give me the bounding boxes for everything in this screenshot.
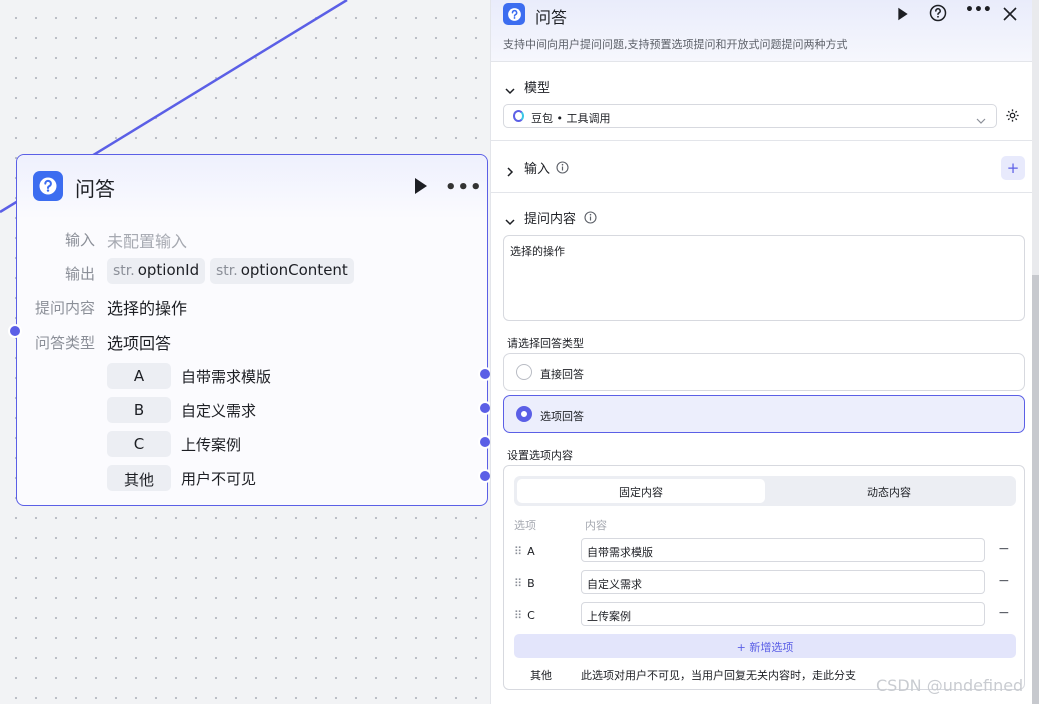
radio-button[interactable] <box>516 406 532 422</box>
panel-header <box>491 0 1036 62</box>
qa-node[interactable]: 问答 ••• 输入 未配置输入 输出 str. optionId str. opti… <box>16 154 488 506</box>
other-option-key: 其他 <box>530 669 552 682</box>
divider <box>491 140 1036 141</box>
drag-handle-icon[interactable]: ⠿ <box>514 609 522 622</box>
chevron-down-icon[interactable] <box>505 81 515 95</box>
option-key: 其他 <box>107 465 171 491</box>
help-icon[interactable] <box>929 4 947 22</box>
output-name: optionId <box>137 261 200 279</box>
input-section-title[interactable]: 输入 <box>524 158 550 177</box>
watermark: CSDN @undefined <box>876 676 1024 695</box>
tab-dynamic-content[interactable]: 动态内容 <box>765 479 1013 503</box>
option-key-label: A <box>527 545 535 558</box>
model-select-value: 豆包 • 工具调用 <box>531 112 611 125</box>
answer-type-value: 选项回答 <box>107 334 172 353</box>
close-icon[interactable] <box>1003 6 1021 24</box>
option-key-label: B <box>527 577 535 590</box>
option-text: 用户不可见 <box>181 470 257 488</box>
option-key-label: C <box>527 609 535 622</box>
option-row-key[interactable]: ⠿ C <box>514 609 535 622</box>
qa-icon <box>503 3 525 25</box>
node-title: 问答 <box>75 177 115 201</box>
drag-handle-icon[interactable]: ⠿ <box>514 545 522 558</box>
question-value: 选择的操作 <box>107 299 188 318</box>
content-mode-tabs: 固定内容 动态内容 <box>514 476 1016 506</box>
tab-fixed-content[interactable]: 固定内容 <box>517 479 765 503</box>
info-icon[interactable] <box>584 209 597 228</box>
input-value: 未配置输入 <box>107 232 188 251</box>
model-logo-icon <box>513 110 524 122</box>
question-content-textarea[interactable]: 选择的操作 <box>503 235 1025 321</box>
option-key: A <box>107 363 171 389</box>
remove-option-button[interactable]: − <box>998 573 1010 589</box>
add-input-button[interactable]: + <box>1001 156 1025 180</box>
more-icon[interactable]: ••• <box>445 177 483 198</box>
node-settings-panel: 问答 ••• 支持中间向用户提问问题,支持预置选项提问和开放式问题提问两种方式 … <box>490 0 1036 704</box>
qa-icon <box>33 171 63 201</box>
option-settings-box: 固定内容 动态内容 选项 内容 ⠿ A 自带需求模版 − ⠿ B 自定义需求 − ⠿… <box>503 465 1025 690</box>
output-tag-optionid: str. optionId <box>107 258 206 284</box>
option-row-key[interactable]: ⠿ A <box>514 545 535 558</box>
option-text: 上传案例 <box>181 436 242 454</box>
panel-description: 支持中间向用户提问问题,支持预置选项提问和开放式问题提问两种方式 <box>503 38 848 51</box>
input-label: 输入 <box>64 231 95 249</box>
output-name: optionContent <box>240 261 348 279</box>
chevron-right-icon[interactable] <box>505 162 515 177</box>
scrollbar-thumb[interactable] <box>1032 275 1039 704</box>
output-type: str. <box>113 263 135 279</box>
model-section-title[interactable]: 模型 <box>524 77 550 96</box>
chevron-down-icon <box>976 111 986 130</box>
chevron-down-icon[interactable] <box>505 212 515 226</box>
input-port[interactable] <box>8 324 22 338</box>
option-settings-label: 设置选项内容 <box>507 449 573 462</box>
drag-handle-icon[interactable]: ⠿ <box>514 577 522 590</box>
radio-label: 选项回答 <box>540 410 584 423</box>
option-row-key[interactable]: ⠿ B <box>514 577 535 590</box>
more-icon[interactable]: ••• <box>965 2 992 20</box>
radio-button[interactable] <box>516 364 532 380</box>
answer-type-label: 问答类型 <box>34 334 95 352</box>
output-tag-optioncontent: str. optionContent <box>210 258 354 284</box>
play-icon[interactable] <box>896 6 914 24</box>
question-section-title[interactable]: 提问内容 <box>524 208 576 227</box>
answer-type-direct[interactable]: 直接回答 <box>503 353 1025 391</box>
answer-type-options[interactable]: 选项回答 <box>503 395 1025 433</box>
answer-type-label: 请选择回答类型 <box>507 337 584 350</box>
option-content-input[interactable]: 自带需求模版 <box>581 538 985 562</box>
option-text: 自定义需求 <box>181 402 257 420</box>
model-select[interactable]: 豆包 • 工具调用 <box>503 104 997 128</box>
settings-icon[interactable] <box>1005 108 1020 127</box>
option-text: 自带需求模版 <box>181 368 272 386</box>
panel-title: 问答 <box>535 8 568 27</box>
other-option-description: 此选项对用户不可见，当用户回复无关内容时，走此分支 <box>581 669 856 682</box>
divider <box>491 192 1036 193</box>
option-content-input[interactable]: 自定义需求 <box>581 570 985 594</box>
remove-option-button[interactable]: − <box>998 605 1010 621</box>
column-header-option: 选项 <box>514 519 536 532</box>
add-option-button[interactable]: + 新增选项 <box>514 634 1016 658</box>
info-icon[interactable] <box>556 159 569 178</box>
question-label: 提问内容 <box>34 299 95 317</box>
remove-option-button[interactable]: − <box>998 541 1010 557</box>
option-content-input[interactable]: 上传案例 <box>581 602 985 626</box>
option-key: B <box>107 397 171 423</box>
play-icon[interactable] <box>413 177 431 197</box>
option-key: C <box>107 431 171 457</box>
radio-label: 直接回答 <box>540 368 584 381</box>
output-type: str. <box>216 263 238 279</box>
column-header-content: 内容 <box>585 519 607 532</box>
output-label: 输出 <box>64 265 95 283</box>
